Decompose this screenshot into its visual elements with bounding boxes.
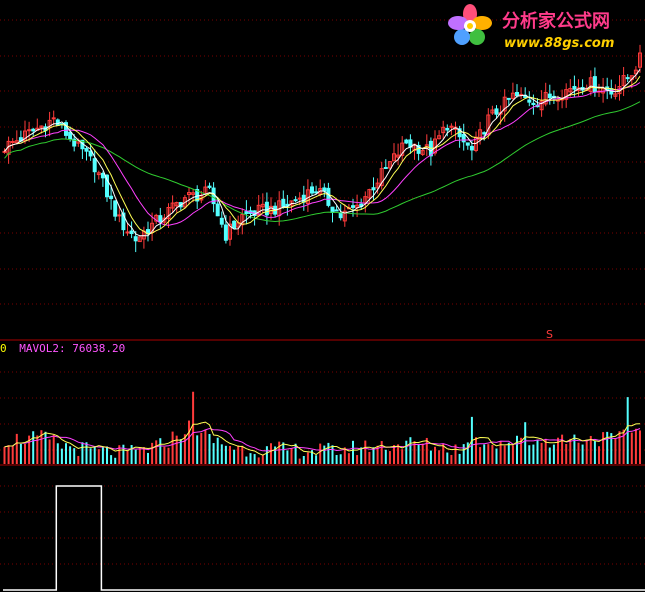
candle-body — [297, 197, 302, 200]
candle-body — [351, 205, 355, 208]
price-gridlines — [0, 19, 645, 341]
candle-body — [158, 215, 163, 223]
candle-body — [293, 199, 298, 202]
stock-chart: S 0 MAVOL2: 76038.20 分析家公式网 www.88gs.com — [0, 4, 645, 591]
sell-marker: S — [546, 328, 553, 341]
candle-body — [27, 129, 32, 132]
logo-name: 分析家公式网 — [502, 10, 610, 32]
candle-body — [84, 148, 89, 152]
candle-body — [244, 211, 249, 215]
candle-body — [215, 203, 220, 217]
candle-body — [2, 150, 7, 153]
volume-gridlines — [0, 371, 645, 451]
flower-icon — [448, 4, 492, 45]
candle-body — [207, 185, 212, 188]
candle-body — [531, 102, 536, 105]
candle-body — [100, 172, 105, 179]
candle-body — [322, 187, 327, 192]
volume-label-prefix: 0 — [0, 342, 7, 355]
candle-body — [625, 77, 630, 80]
candle-body — [281, 198, 286, 207]
candle-body — [515, 92, 519, 97]
candle-body — [334, 209, 339, 212]
candle-body — [506, 97, 511, 100]
candle-body — [133, 236, 138, 242]
candle-body — [482, 132, 487, 135]
chart-screen: S 0 MAVOL2: 76038.20 分析家公式网 www.88gs.com — [0, 0, 645, 592]
candle-body — [404, 139, 409, 144]
candle-body — [326, 187, 331, 206]
volume-label: MAVOL2: 76038.20 — [19, 342, 125, 355]
candle-body — [117, 214, 122, 217]
candle-body — [232, 220, 237, 229]
candle-body — [31, 128, 36, 132]
candle-body — [129, 230, 134, 235]
candle-body — [469, 145, 474, 151]
candle-body — [445, 127, 450, 131]
candle-body — [547, 93, 552, 99]
candle-body — [330, 206, 335, 213]
candle-body — [371, 187, 376, 191]
candle-body — [461, 133, 466, 143]
ma-yellow-line — [4, 75, 641, 235]
candle-body — [383, 167, 388, 170]
candle-body — [113, 200, 118, 217]
candle-body — [92, 158, 97, 173]
candle-body — [223, 224, 228, 241]
candle-body — [109, 195, 114, 200]
candle-body — [314, 191, 319, 194]
candle-body — [494, 108, 499, 115]
candlesticks — [2, 44, 642, 253]
candle-body — [219, 217, 224, 225]
logo-url: www.88gs.com — [504, 36, 614, 51]
site-logo: 分析家公式网 www.88gs.com — [448, 4, 614, 51]
candle-body — [68, 131, 73, 140]
candle-body — [527, 99, 532, 103]
candle-body — [310, 186, 314, 194]
candle-body — [264, 201, 269, 216]
signal-gridlines — [0, 485, 645, 565]
candle-body — [572, 85, 577, 90]
candle-body — [465, 142, 470, 146]
candle-body — [10, 141, 15, 144]
svg-text:0 MAVOL2: 76038.20: 0 MAVOL2: 76038.20 — [0, 342, 125, 355]
candle-body — [51, 117, 56, 120]
volume-ma-magenta — [4, 427, 641, 452]
candle-body — [592, 76, 597, 93]
volume-bars — [3, 391, 641, 464]
candle-body — [338, 212, 343, 219]
